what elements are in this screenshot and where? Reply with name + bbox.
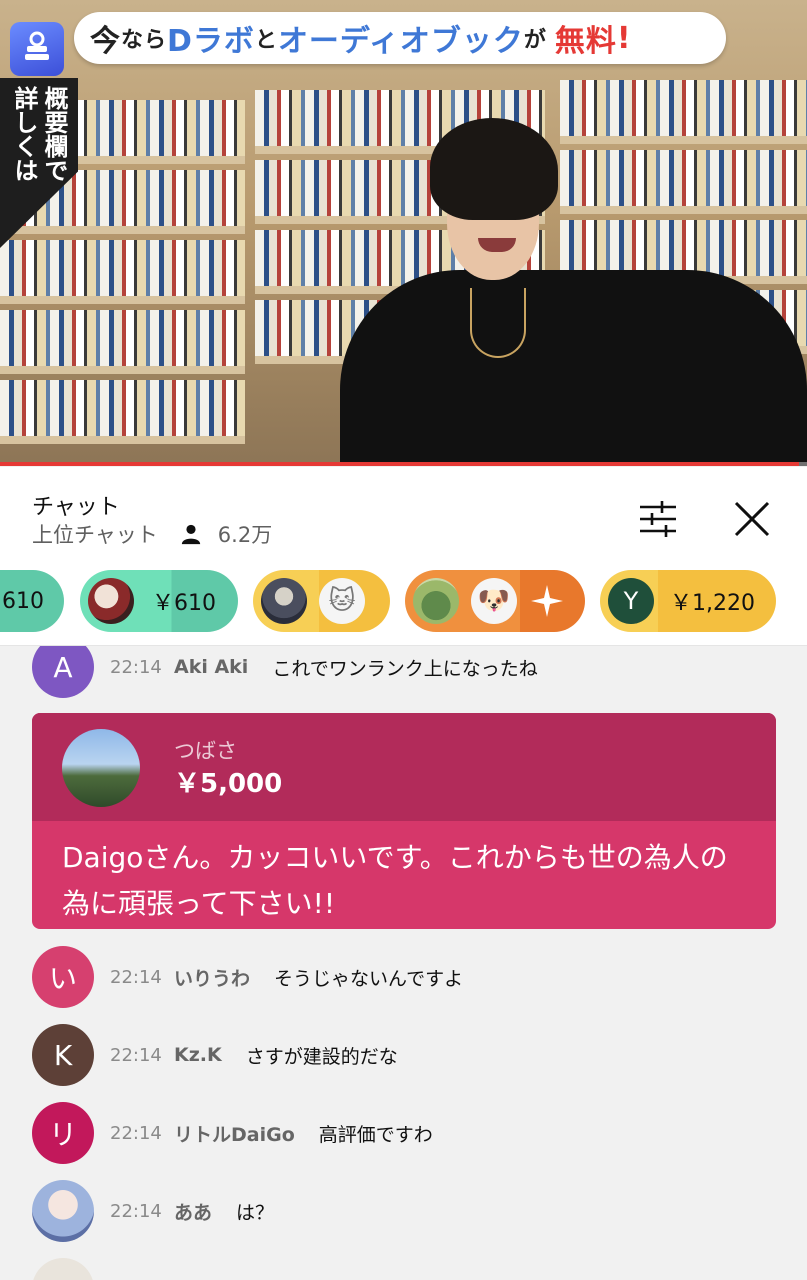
viewer-count: 6.2万 [217, 523, 273, 547]
chat-message[interactable]: A 22:14 Aki Aki これでワンランク上になったね [32, 646, 792, 698]
super-chat[interactable]: つばさ ￥5,000 Daigoさん。カッコいいです。これからも世の為人の為に頑… [32, 713, 776, 929]
chat-messages[interactable]: A 22:14 Aki Aki これでワンランク上になったね つばさ ￥5,00… [0, 646, 807, 1280]
avatar[interactable]: リ [32, 1102, 94, 1164]
close-icon [734, 501, 770, 537]
message-time: 22:14 [110, 656, 162, 678]
chat-message[interactable]: 22:14 ああ は？ [32, 1180, 792, 1242]
ticker-item[interactable]: Y ￥1,220 [600, 570, 776, 632]
message-author[interactable]: リトルDaiGo [174, 1120, 295, 1147]
video-progress-fill [0, 462, 799, 466]
cat-sticker-icon: 🐱 [319, 578, 365, 624]
message-text: そうじゃないんですよ [274, 967, 464, 990]
message-author[interactable]: Kz.K [174, 1044, 222, 1066]
dog-sticker-icon: 🐶 [471, 578, 517, 624]
super-chat-amount: ￥5,000 [174, 769, 283, 799]
person-necklace [470, 288, 526, 358]
message-time: 22:14 [110, 966, 162, 988]
ticker-avatar: Y [608, 578, 654, 624]
ticker-bar: 610 ￥610 🐱 🐶 Y ￥1,220 [0, 557, 807, 646]
message-time: 22:14 [110, 1044, 162, 1066]
message-text: さすが建設的だな [245, 1045, 398, 1068]
avatar[interactable] [32, 1180, 94, 1242]
sliders-icon [640, 501, 676, 537]
person-body [340, 270, 807, 466]
avatar[interactable]: A [32, 646, 94, 698]
chat-message[interactable]: K 22:14 Kz.K さすが建設的だな [32, 1024, 792, 1086]
message-text: これでワンランク上になったね [272, 657, 538, 680]
banner-text-2: なら [121, 28, 168, 53]
chat-title: チャット [32, 495, 120, 520]
banner-text-7: 無料 [554, 24, 617, 59]
ticker-item[interactable]: 610 [0, 570, 64, 632]
person-hair [430, 118, 558, 220]
avatar[interactable]: K [32, 1024, 94, 1086]
avatar[interactable] [32, 1258, 94, 1280]
chat-mode-label: 上位チャット [32, 523, 158, 547]
chat-mode-selector[interactable]: 上位チャット 6.2万 [32, 519, 272, 549]
super-chat-author[interactable]: つばさ [174, 735, 237, 765]
avatar[interactable] [62, 729, 140, 807]
message-text: は？ [236, 1201, 275, 1224]
message-time: 22:14 [110, 1122, 162, 1144]
chat-message[interactable]: い 22:14 いりうわ そうじゃないんですよ [32, 946, 792, 1008]
message-time: 22:14 [110, 1200, 162, 1222]
message-author[interactable]: いりうわ [174, 964, 250, 991]
banner-text-4: と [254, 28, 278, 53]
message-author[interactable]: Aki Aki [174, 656, 248, 678]
banner-text-3: Dラボ [167, 24, 255, 59]
chat-message[interactable]: リ 22:14 リトルDaiGo 高評価ですわ [32, 1102, 792, 1164]
message-author[interactable]: ああ [174, 1198, 212, 1225]
book-stack-icon [25, 31, 49, 60]
super-chat-message: Daigoさん。カッコいいです。これからも世の為人の為に頑張って下さい!! [62, 841, 728, 920]
ticker-amount: ￥1,220 [670, 591, 755, 616]
avatar[interactable]: い [32, 946, 94, 1008]
ticker-avatar [413, 578, 459, 624]
filter-button[interactable] [636, 499, 680, 539]
super-chat-header: つばさ ￥5,000 [32, 713, 776, 821]
app-logo-icon [10, 22, 64, 76]
sparkle-icon [531, 585, 563, 617]
ticker-amount: 610 [2, 588, 44, 614]
chat-header: チャット 上位チャット 6.2万 [0, 467, 807, 557]
video-progress-bar[interactable] [0, 462, 807, 466]
banner-text-5: オーディオブック [277, 24, 524, 59]
ticker-avatar [88, 578, 134, 624]
banner-text-1: 今 [90, 24, 121, 59]
close-button[interactable] [730, 497, 774, 541]
banner-text-8: ! [616, 20, 632, 56]
video-player[interactable]: 今 なら Dラボ と オーディオブック が 無料 ! 詳しくは 概要欄で [0, 0, 807, 466]
ticker-item[interactable]: 🐱 [253, 570, 390, 632]
banner-text-6: が [523, 28, 547, 53]
chat-message[interactable] [32, 1258, 792, 1280]
message-text: 高評価ですわ [318, 1123, 433, 1146]
ticker-amount: ￥610 [152, 591, 216, 616]
ticker-item[interactable]: ￥610 [80, 570, 238, 632]
promo-banner[interactable]: 今 なら Dラボ と オーディオブック が 無料 ! [74, 12, 726, 64]
ticker-avatar [261, 578, 307, 624]
ticker-item[interactable]: 🐶 [405, 570, 585, 632]
viewer-icon [181, 524, 200, 545]
